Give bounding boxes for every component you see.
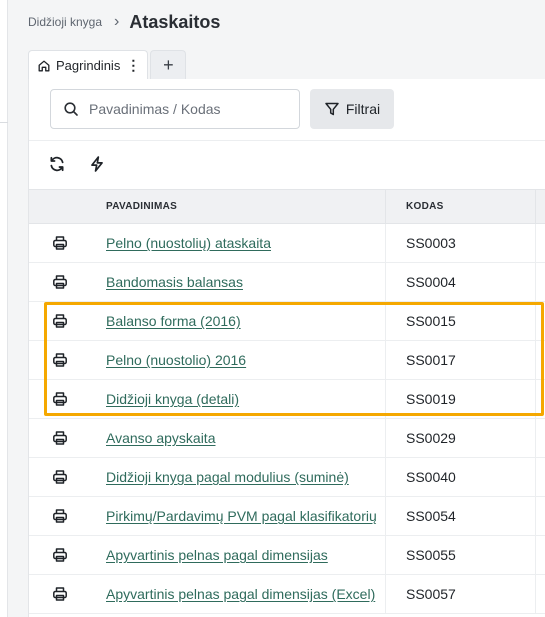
report-name-link[interactable]: Apyvartinis pelnas pagal dimensijas [106,547,328,563]
main-panel: Filtrai PAVADINIMAS KODAS Pelno (nuostol… [28,79,545,617]
report-name-link[interactable]: Didžioji knyga (detali) [106,391,239,407]
search-field[interactable] [50,89,300,129]
report-name-link[interactable]: Didžioji knyga pagal modulius (suminė) [106,469,349,485]
report-code-cell: SS0055 [386,536,536,574]
filters-button[interactable]: Filtrai [310,89,394,129]
print-button[interactable] [29,302,90,340]
printer-icon [52,275,67,289]
left-navigation-edge [0,0,8,617]
table-row: Apyvartinis pelnas pagal dimensijas SS005… [29,536,545,575]
report-name-link[interactable]: Pelno (nuostolio) 2016 [106,352,246,368]
table-row: Balanso forma (2016) SS0015 [29,302,545,341]
report-name-link[interactable]: Pirkimų/Pardavimų PVM pagal klasifikator… [106,508,377,524]
header-print-column [29,190,90,223]
printer-icon [52,548,67,562]
table-body: Pelno (nuostolių) ataskaita SS0003 Bandoma… [29,224,545,614]
table-row: Pirkimų/Pardavimų PVM pagal klasifikator… [29,497,545,536]
refresh-button[interactable] [47,154,67,174]
table-header: PAVADINIMAS KODAS [29,189,545,224]
home-icon [38,60,50,71]
report-name-cell: Avanso apyskaita [90,419,386,457]
table-row: Pelno (nuostolio) 2016 SS0017 [29,341,545,380]
report-name-link[interactable]: Avanso apyskaita [106,430,215,446]
print-button[interactable] [29,575,90,613]
divider [0,122,8,123]
print-button[interactable] [29,224,90,262]
breadcrumb-parent-link[interactable]: Didžioji knyga [28,15,102,29]
table-row: Apyvartinis pelnas pagal dimensijas (Exc… [29,575,545,614]
report-name-cell: Balanso forma (2016) [90,302,386,340]
report-code-cell: SS0040 [386,458,536,496]
chevron-right-icon: › [114,13,120,30]
table-row: Bandomasis balansas SS0004 [29,263,545,302]
table-row: Didžioji knyga pagal modulius (suminė) SS… [29,458,545,497]
print-button[interactable] [29,536,90,574]
printer-icon [52,470,67,484]
search-icon [64,102,78,116]
report-code-cell: SS0019 [386,380,536,418]
printer-icon [52,353,67,367]
printer-icon [52,392,67,406]
report-code-cell: SS0029 [386,419,536,457]
printer-icon [52,587,67,601]
report-name-link[interactable]: Bandomasis balansas [106,274,243,290]
report-code-cell: SS0054 [386,497,536,535]
print-button[interactable] [29,341,90,379]
table-row: Didžioji knyga (detali) SS0019 [29,380,545,419]
print-button[interactable] [29,458,90,496]
column-header-code[interactable]: KODAS [386,190,536,223]
report-name-cell: Didžioji knyga pagal modulius (suminė) [90,458,386,496]
tab-menu-icon[interactable]: ⋮ [126,57,140,74]
search-input[interactable] [89,101,279,117]
quick-action-button[interactable] [87,154,107,174]
report-name-cell: Pirkimų/Pardavimų PVM pagal klasifikator… [90,497,386,535]
report-name-cell: Didžioji knyga (detali) [90,380,386,418]
divider [29,140,545,141]
print-button[interactable] [29,497,90,535]
printer-icon [52,509,67,523]
table-row: Pelno (nuostolių) ataskaita SS0003 [29,224,545,263]
report-name-link[interactable]: Pelno (nuostolių) ataskaita [106,235,271,251]
print-button[interactable] [29,419,90,457]
report-name-cell: Apyvartinis pelnas pagal dimensijas [90,536,386,574]
report-name-cell: Pelno (nuostolių) ataskaita [90,224,386,262]
tab-bar: Pagrindinis ⋮ + [28,50,187,80]
table-row: Avanso apyskaita SS0029 [29,419,545,458]
filter-icon [325,102,339,116]
tab-pagrindinis[interactable]: Pagrindinis ⋮ [28,50,149,80]
print-button[interactable] [29,380,90,418]
report-name-link[interactable]: Apyvartinis pelnas pagal dimensijas (Exc… [106,586,375,602]
report-code-cell: SS0015 [386,302,536,340]
report-name-cell: Pelno (nuostolio) 2016 [90,341,386,379]
report-name-cell: Apyvartinis pelnas pagal dimensijas (Exc… [90,575,386,613]
printer-icon [52,431,67,445]
report-name-link[interactable]: Balanso forma (2016) [106,313,241,329]
tab-label: Pagrindinis [56,58,121,73]
breadcrumb: Didžioji knyga › Ataskaitos [28,10,220,34]
report-code-cell: SS0003 [386,224,536,262]
printer-icon [52,314,67,328]
report-code-cell: SS0004 [386,263,536,301]
column-header-name[interactable]: PAVADINIMAS [90,190,386,223]
page-title: Ataskaitos [129,11,221,32]
printer-icon [52,236,67,250]
reports-table: PAVADINIMAS KODAS Pelno (nuostolių) atas… [29,189,545,614]
lightning-icon [91,156,103,172]
filters-label: Filtrai [345,101,381,117]
print-button[interactable] [29,263,90,301]
add-tab-button[interactable]: + [150,50,187,80]
report-code-cell: SS0017 [386,341,536,379]
report-name-cell: Bandomasis balansas [90,263,386,301]
refresh-icon [50,156,64,172]
report-code-cell: SS0057 [386,575,536,613]
